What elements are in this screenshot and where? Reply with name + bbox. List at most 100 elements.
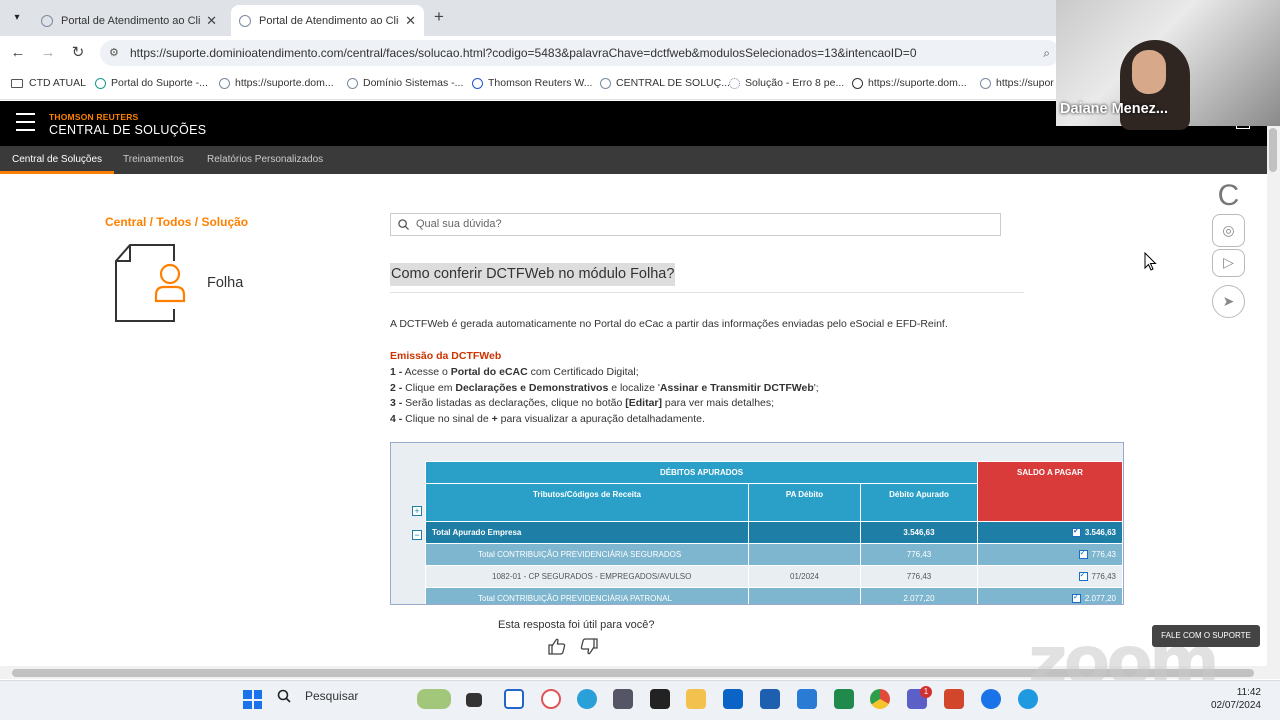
site-info-icon[interactable]: ⚙ xyxy=(109,40,119,66)
breadcrumb[interactable]: Central / Todos / Solução xyxy=(105,215,248,229)
reload-button[interactable]: ↻ xyxy=(67,43,89,63)
app-icon[interactable] xyxy=(834,689,854,709)
thumbs-down-icon[interactable] xyxy=(580,638,598,659)
bookmark-item[interactable]: https://suporte.dom... xyxy=(852,77,967,89)
question-title: Como conferir DCTFWeb no módulo Folha? xyxy=(390,263,676,286)
checkbox-icon xyxy=(1071,592,1081,604)
close-tab-icon[interactable]: ✕ xyxy=(206,13,217,29)
app-icon[interactable] xyxy=(541,689,561,709)
bookmark-favicon-icon xyxy=(729,77,740,89)
brand-name: THOMSON REUTERS xyxy=(49,112,139,122)
nav-central-de-solucoes[interactable]: Central de Soluções xyxy=(0,146,115,174)
bookmark-label: https://suporte.dom... xyxy=(868,77,967,89)
table-row: Total CONTRIBUIÇÃO PREVIDENCIÁRIA PATRON… xyxy=(425,587,1123,604)
browser-tab-active[interactable]: Portal de Atendimento ao Clien ✕ xyxy=(231,5,424,36)
forward-button[interactable]: → xyxy=(37,43,59,63)
search-placeholder: Qual sua dúvida? xyxy=(416,218,502,230)
url-text: https://suporte.dominioatendimento.com/c… xyxy=(130,46,917,60)
search-icon xyxy=(277,689,291,703)
intro-paragraph: A DCTFWeb é gerada automaticamente no Po… xyxy=(390,318,948,330)
sub-navigation: Central de Soluções Treinamentos Relatór… xyxy=(0,146,1280,174)
vertical-scroll-thumb[interactable] xyxy=(1269,128,1277,172)
zoom-search-icon[interactable]: ⌕ xyxy=(1043,40,1050,66)
bookmark-favicon-icon xyxy=(347,77,358,89)
task-view-icon[interactable] xyxy=(466,693,482,707)
step-item: 1 - Acesse o Portal do eCAC com Certific… xyxy=(390,366,639,378)
powerpoint-icon[interactable] xyxy=(944,689,964,709)
nav-treinamentos[interactable]: Treinamentos xyxy=(111,146,196,174)
row-debito: 776,43 xyxy=(860,543,978,566)
thumbs-up-icon[interactable] xyxy=(548,638,566,659)
bookmark-item[interactable]: https://suporte.dom... xyxy=(219,77,334,89)
participant-name: Daiane Menez... xyxy=(1060,101,1168,117)
section-title: Emissão da DCTFWeb xyxy=(390,350,502,362)
bookmark-item[interactable]: https://supor xyxy=(980,77,1054,89)
taskbar-search[interactable]: Pesquisar xyxy=(277,689,358,703)
site-favicon-icon xyxy=(41,14,53,27)
bookmark-item[interactable]: CENTRAL DE SOLUÇ... xyxy=(600,77,730,89)
bookmark-item[interactable]: Domínio Sistemas -... xyxy=(347,77,463,89)
step-item: 4 - Clique no sinal de + para visualizar… xyxy=(390,413,705,425)
bookmark-label: https://supor xyxy=(996,77,1054,89)
bookmark-item[interactable]: Portal do Suporte -... xyxy=(95,77,208,89)
zoom-app-icon[interactable] xyxy=(981,689,1001,709)
folder-icon xyxy=(11,78,23,88)
browser-tab[interactable]: Portal de Atendimento ao Clien ✕ xyxy=(33,5,225,36)
bookmark-item[interactable]: CTD ATUAL xyxy=(11,77,86,89)
new-tab-button[interactable]: + xyxy=(434,7,444,27)
file-explorer-icon[interactable] xyxy=(686,689,706,709)
app-icon[interactable] xyxy=(650,689,670,709)
site-favicon-icon xyxy=(239,14,251,27)
widgets-icon[interactable] xyxy=(417,689,451,709)
row-label: Total Apurado Empresa xyxy=(425,521,749,544)
instagram-icon[interactable]: ◎ xyxy=(1212,214,1245,247)
vertical-scrollbar[interactable] xyxy=(1267,126,1280,666)
row-pa xyxy=(748,587,861,604)
address-bar[interactable]: ⚙ https://suporte.dominioatendimento.com… xyxy=(100,40,1060,66)
nav-relatorios-personalizados[interactable]: Relatórios Personalizados xyxy=(195,146,335,174)
close-tab-icon[interactable]: ✕ xyxy=(405,13,416,29)
clock-time: 11:42 xyxy=(1236,687,1261,698)
table-row: Total CONTRIBUIÇÃO PREVIDENCIÁRIA SEGURA… xyxy=(425,543,1123,566)
bookmark-label: https://suporte.dom... xyxy=(235,77,334,89)
outlook-icon[interactable] xyxy=(723,689,743,709)
telegram-icon[interactable]: ➤ xyxy=(1212,285,1245,318)
system-clock[interactable]: 11:42 02/07/2024 xyxy=(1205,686,1261,712)
table-row: Total Apurado Empresa 3.546,63 3.546,63 xyxy=(425,521,1123,544)
site-title[interactable]: CENTRAL DE SOLUÇÕES xyxy=(49,123,206,137)
app-icon[interactable] xyxy=(577,689,597,709)
windows-taskbar xyxy=(0,680,1280,720)
bookmark-label: CTD ATUAL xyxy=(29,77,86,89)
back-button[interactable]: ← xyxy=(7,43,29,63)
tab-title: Portal de Atendimento ao Clien xyxy=(61,14,201,27)
mouse-cursor-icon xyxy=(1144,251,1157,276)
participant-face xyxy=(1132,50,1166,94)
category-title: Folha xyxy=(207,275,244,291)
divider xyxy=(390,292,1024,293)
notification-badge: 1 xyxy=(920,686,932,698)
app-icon[interactable] xyxy=(504,689,524,709)
column-header: Débito Apurado xyxy=(860,483,978,522)
download-app-icon[interactable] xyxy=(760,689,780,709)
row-saldo: 776,43 xyxy=(977,565,1123,588)
bookmark-item[interactable]: Thomson Reuters W... xyxy=(472,77,592,89)
bookmark-item[interactable]: Solução - Erro 8 pe... xyxy=(729,77,844,89)
fale-com-suporte-button[interactable]: FALE COM O SUPORTE xyxy=(1152,625,1260,647)
edge-icon[interactable] xyxy=(1018,689,1038,709)
feedback-question: Esta resposta foi útil para você? xyxy=(498,619,655,631)
app-icon[interactable] xyxy=(613,689,633,709)
chrome-icon[interactable] xyxy=(870,689,890,709)
brand-c-icon[interactable]: C xyxy=(1212,179,1245,212)
youtube-icon[interactable]: ▷ xyxy=(1212,249,1245,277)
hamburger-menu-icon[interactable] xyxy=(16,113,35,131)
collapse-minus-icon: − xyxy=(412,530,422,540)
search-input[interactable]: Qual sua dúvida? xyxy=(390,213,1001,236)
bookmark-label: Portal do Suporte -... xyxy=(111,77,208,89)
windows-start-icon[interactable] xyxy=(243,690,262,709)
taskbar-search-label: Pesquisar xyxy=(305,689,359,703)
row-pa: 01/2024 xyxy=(748,565,861,588)
notes-icon[interactable] xyxy=(797,689,817,709)
row-label: Total CONTRIBUIÇÃO PREVIDENCIÁRIA PATRON… xyxy=(425,587,749,604)
table-row: 1082-01 - CP SEGURADOS - EMPREGADOS/AVUL… xyxy=(425,565,1123,588)
tab-list-dropdown[interactable]: ▾ xyxy=(8,9,26,27)
